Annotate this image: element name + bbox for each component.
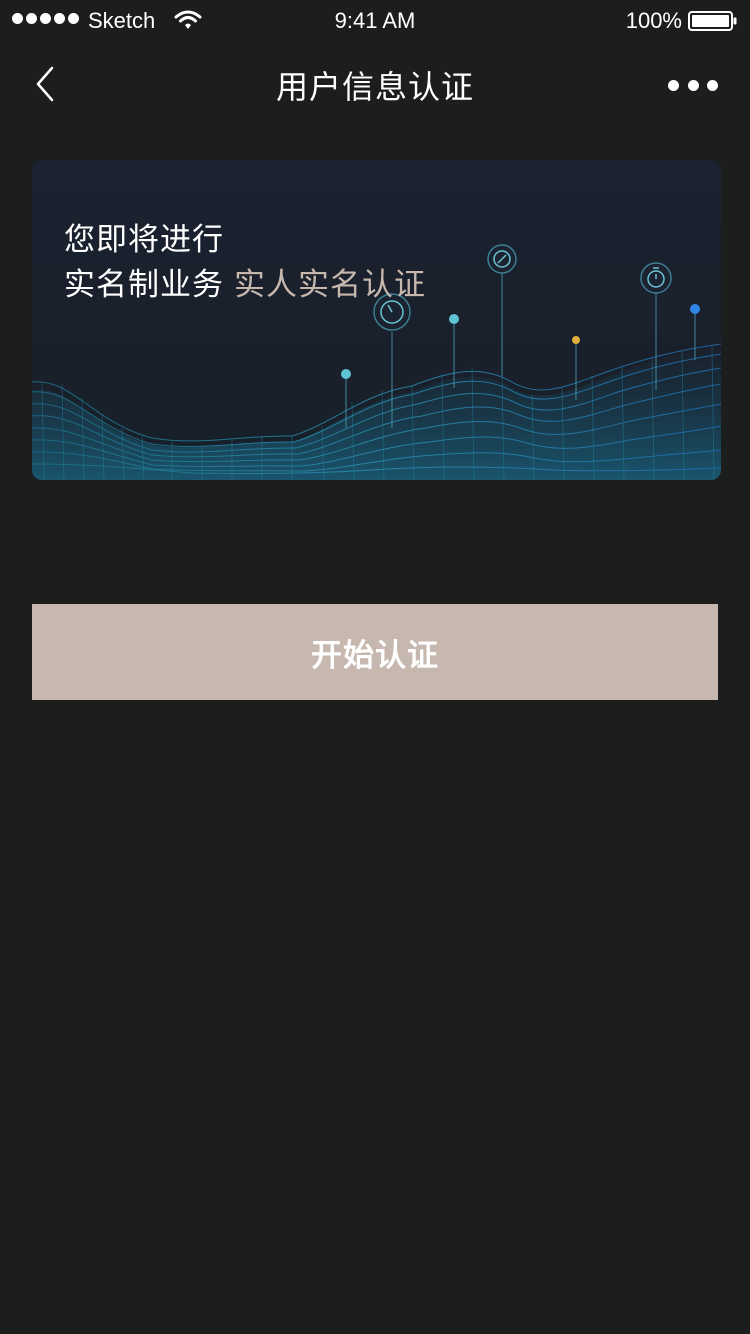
page-title: 用户信息认证 bbox=[275, 68, 474, 106]
status-bar: Sketch 9:41 AM 100% bbox=[0, 0, 750, 40]
banner-service-accent: 实人实名认证 bbox=[234, 267, 426, 303]
terrain-illustration bbox=[32, 244, 721, 480]
stopwatch-icon bbox=[640, 262, 672, 294]
more-button[interactable] bbox=[668, 78, 718, 92]
more-dots-icon bbox=[668, 79, 679, 91]
battery-percent: 100% bbox=[625, 8, 682, 33]
verification-banner: 您即将进行 实名制业务 实人实名认证 bbox=[32, 160, 721, 480]
banner-intro-text: 您即将进行 bbox=[64, 222, 224, 258]
banner-service-prefix: 实名制业务 bbox=[64, 267, 224, 303]
start-verification-button[interactable]: 开始认证 bbox=[32, 604, 718, 700]
compass-icon bbox=[487, 244, 517, 274]
banner-service-text: 实名制业务 实人实名认证 bbox=[64, 259, 426, 304]
battery-full-icon bbox=[688, 11, 737, 31]
